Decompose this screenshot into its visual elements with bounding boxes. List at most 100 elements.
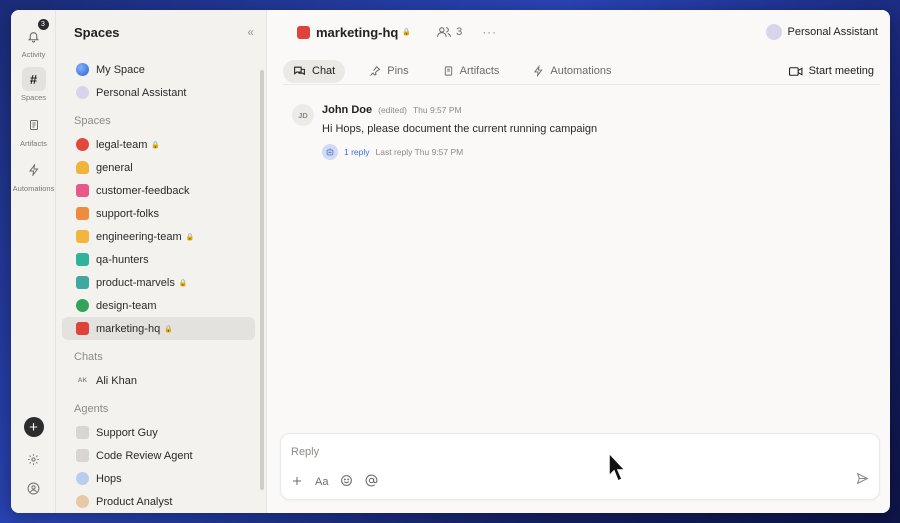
- rail-artifacts[interactable]: Artifacts: [11, 113, 56, 148]
- personal-assistant-button[interactable]: Personal Assistant: [765, 24, 878, 40]
- rail-spaces-label: Spaces: [20, 93, 47, 102]
- sidebar-item-code-review-agent[interactable]: Code Review Agent: [62, 444, 255, 467]
- document-icon: [22, 113, 46, 137]
- settings-button[interactable]: [11, 453, 56, 466]
- sidebar-item-product-analyst[interactable]: Product Analyst: [62, 490, 255, 513]
- reply-count-link[interactable]: 1 reply: [344, 147, 370, 157]
- reply-composer: Aa: [280, 433, 880, 500]
- sidebar-item-engineering-team[interactable]: engineering-team 🔒: [62, 225, 255, 248]
- emoji-button[interactable]: [340, 474, 353, 490]
- tab-pins[interactable]: Pins: [359, 60, 418, 83]
- sidebar-item-general[interactable]: general: [62, 156, 255, 179]
- reply-avatar: [322, 144, 338, 160]
- assistant-avatar-icon: [765, 24, 782, 40]
- bell-icon: 3: [22, 19, 49, 48]
- sidebar-item-label: Support Guy: [96, 426, 158, 439]
- lightning-icon: [534, 65, 544, 77]
- sidebar-item-qa-hunters[interactable]: qa-hunters: [62, 248, 255, 271]
- plus-icon: [293, 476, 301, 485]
- sidebar-item-ali-khan[interactable]: AK Ali Khan: [62, 369, 255, 392]
- message-item: JD John Doe (edited) Thu 9:57 PM Hi Hops…: [292, 104, 870, 160]
- message-timestamp: Thu 9:57 PM: [412, 105, 462, 115]
- robot-icon: [76, 426, 89, 439]
- message-text: Hi Hops, please document the current run…: [322, 123, 598, 135]
- start-meeting-button[interactable]: Start meeting: [788, 65, 880, 77]
- avatar[interactable]: JD: [292, 104, 314, 126]
- activity-badge: 3: [37, 19, 49, 30]
- sidebar-item-label: design-team: [96, 299, 157, 312]
- mention-button[interactable]: [365, 474, 378, 490]
- tab-chat[interactable]: Chat: [283, 59, 346, 83]
- robot-icon: [76, 449, 89, 462]
- create-button[interactable]: +: [11, 417, 56, 437]
- app-window: 3 Activity # Spaces Artifacts Automation…: [11, 10, 890, 513]
- user-circle-icon: [27, 482, 40, 495]
- space-icon: [76, 138, 89, 151]
- agents-section-header: Agents: [74, 403, 109, 415]
- box-icon: [297, 25, 310, 39]
- sidebar-item-hops[interactable]: Hops: [62, 467, 255, 490]
- rail-automations[interactable]: Automations: [11, 158, 56, 193]
- reply-input[interactable]: [291, 444, 791, 460]
- format-button[interactable]: Aa: [315, 476, 328, 488]
- message-body: John Doe (edited) Thu 9:57 PM Hi Hops, p…: [322, 104, 597, 160]
- sidebar-item-personal-assistant[interactable]: Personal Assistant: [62, 81, 255, 104]
- send-button[interactable]: [856, 472, 869, 490]
- message-author[interactable]: John Doe: [322, 104, 372, 116]
- spaces-sidebar: Spaces « My Space Personal Assistant Spa…: [56, 10, 267, 513]
- space-icon: [76, 184, 89, 197]
- sidebar-item-label: engineering-team: [96, 230, 182, 243]
- agent-avatar-icon: [76, 495, 89, 508]
- message-header: John Doe (edited) Thu 9:57 PM: [322, 104, 597, 116]
- globe-icon: [76, 63, 89, 76]
- sidebar-item-product-marvels[interactable]: product-marvels 🔒: [62, 271, 255, 294]
- sidebar-item-my-space[interactable]: My Space: [62, 58, 255, 81]
- more-options-button[interactable]: ···: [482, 25, 497, 39]
- sidebar-item-support-guy[interactable]: Support Guy: [62, 421, 255, 444]
- sidebar-item-label: qa-hunters: [96, 253, 149, 266]
- lock-icon: 🔒: [178, 279, 188, 287]
- member-count: 3: [456, 26, 463, 38]
- channel-main: marketing-hq 🔒 3 ··· Personal Assistant …: [267, 10, 890, 513]
- edited-label: (edited): [378, 105, 407, 115]
- sidebar-header: Spaces «: [56, 10, 266, 54]
- sidebar-item-customer-feedback[interactable]: customer-feedback: [62, 179, 255, 202]
- rail-automations-label: Automations: [12, 184, 55, 193]
- map-icon: [76, 276, 89, 289]
- members-button[interactable]: 3: [437, 26, 462, 38]
- sidebar-scrollbar[interactable]: [260, 70, 264, 490]
- sidebar-item-label: Code Review Agent: [96, 449, 193, 462]
- sidebar-item-label: Product Analyst: [96, 495, 173, 508]
- box-icon: [76, 322, 89, 335]
- rail-activity-label: Activity: [21, 50, 46, 59]
- profile-button[interactable]: [11, 482, 56, 495]
- add-attachment-button[interactable]: [291, 475, 303, 490]
- chat-icon: [294, 66, 305, 76]
- space-icon: [76, 299, 89, 312]
- plus-icon: +: [23, 417, 44, 437]
- composer-toolbar: Aa: [291, 474, 378, 490]
- thread-replies[interactable]: 1 reply Last reply Thu 9:57 PM: [322, 144, 597, 160]
- rail-activity[interactable]: 3 Activity: [11, 19, 56, 59]
- rail-artifacts-label: Artifacts: [19, 139, 48, 148]
- tab-label: Chat: [312, 65, 336, 77]
- sidebar-item-label: Ali Khan: [96, 374, 137, 387]
- gift-icon: [76, 207, 89, 220]
- collapse-sidebar-icon[interactable]: «: [247, 25, 254, 39]
- at-sign-icon: [366, 474, 378, 487]
- tab-automations[interactable]: Automations: [523, 60, 621, 83]
- rail-spaces[interactable]: # Spaces: [11, 67, 56, 102]
- channel-title: marketing-hq: [316, 24, 399, 40]
- sidebar-item-label: product-marvels: [96, 276, 175, 289]
- space-icon: [76, 161, 89, 174]
- tab-artifacts[interactable]: Artifacts: [433, 60, 510, 83]
- nav-rail: 3 Activity # Spaces Artifacts Automation…: [11, 10, 56, 513]
- lock-icon: 🔒: [151, 141, 161, 149]
- channel-header: marketing-hq 🔒 3 ··· Personal Assistant: [267, 10, 890, 54]
- sidebar-item-marketing-hq[interactable]: marketing-hq 🔒: [62, 317, 255, 340]
- sidebar-item-support-folks[interactable]: support-folks: [62, 202, 255, 225]
- lock-icon: 🔒: [185, 233, 195, 241]
- sidebar-item-design-team[interactable]: design-team: [62, 294, 255, 317]
- hash-icon: #: [21, 67, 46, 91]
- sidebar-item-legal-team[interactable]: legal-team 🔒: [62, 133, 255, 156]
